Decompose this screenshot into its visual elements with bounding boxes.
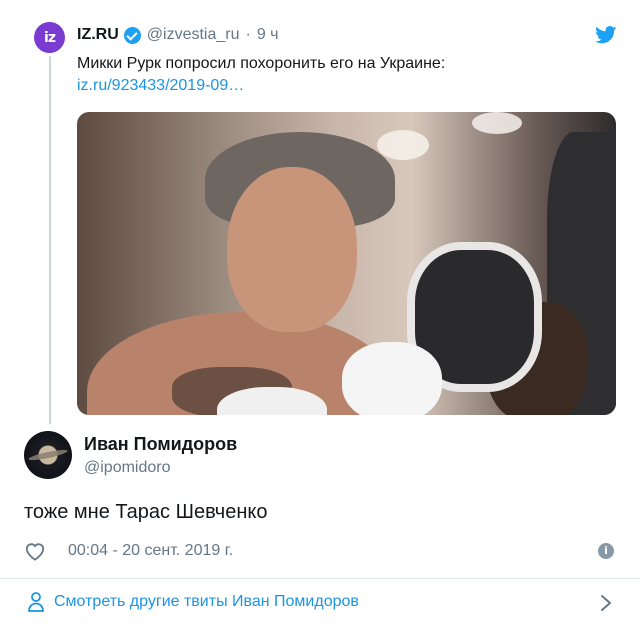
quoted-tweet-header: IZ.RU @izvestia_ru · 9 ч — [77, 26, 279, 44]
dot-separator: · — [245, 26, 251, 43]
chevron-right-icon[interactable] — [600, 594, 612, 612]
person-icon — [28, 592, 44, 612]
photo-ceiling-light — [472, 112, 522, 134]
quoted-author-handle[interactable]: @izvestia_ru — [147, 26, 240, 44]
quoted-tweet-text: Микки Рурк попросил похоронить его на Ук… — [77, 55, 446, 72]
quoted-tweet-photo[interactable] — [77, 112, 616, 415]
izru-avatar-logo: iz — [44, 29, 56, 46]
reply-author-avatar[interactable] — [24, 431, 72, 479]
reply-timestamp[interactable]: 00:04 - 20 сент. 2019 г. — [68, 542, 233, 560]
thread-connector-line — [49, 56, 51, 424]
photo-boxing-glove — [342, 342, 442, 415]
quoted-tweet-link[interactable]: iz.ru/923433/2019-09… — [77, 77, 244, 95]
reply-author-name[interactable]: Иван Помидоров — [84, 434, 237, 455]
reply-author-handle[interactable]: @ipomidoro — [84, 459, 171, 477]
quoted-tweet-time[interactable]: 9 ч — [257, 26, 279, 44]
more-tweets-link[interactable]: Смотреть другие твиты Иван Помидоров — [0, 579, 640, 625]
photo-boxer-head — [227, 167, 357, 332]
verified-badge-icon — [123, 26, 141, 44]
twitter-bird-icon[interactable] — [595, 26, 617, 44]
izru-avatar[interactable]: iz — [34, 22, 65, 53]
more-tweets-label[interactable]: Смотреть другие твиты Иван Помидоров — [54, 593, 359, 611]
reply-tweet-text: тоже мне Тарас Шевченко — [24, 501, 268, 523]
photo-ceiling-light — [377, 130, 429, 160]
info-icon[interactable]: i — [598, 543, 614, 559]
quoted-author-name[interactable]: IZ.RU — [77, 26, 119, 44]
heart-icon[interactable] — [24, 541, 46, 561]
